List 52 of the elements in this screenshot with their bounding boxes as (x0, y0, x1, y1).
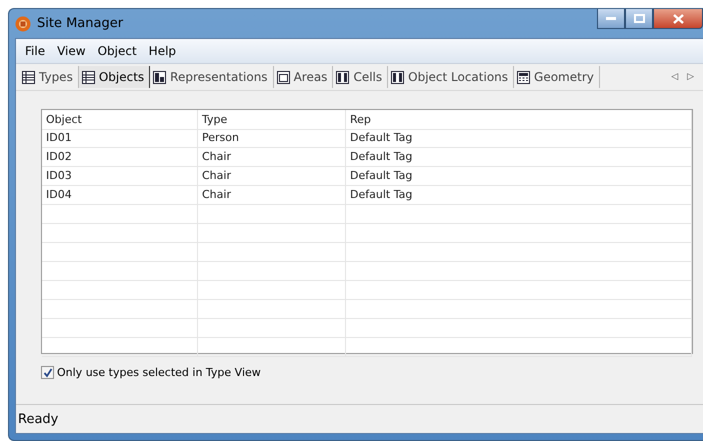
checkbox[interactable] (41, 366, 54, 379)
window-icon (276, 70, 290, 84)
close-button[interactable] (653, 9, 703, 29)
table-cell: Person (198, 129, 346, 148)
columns-icon (336, 70, 350, 84)
column-header[interactable]: Rep (346, 110, 692, 130)
menu-item[interactable]: Object (92, 44, 142, 58)
table-cell: Default Tag (346, 167, 692, 186)
menu-item[interactable]: File (20, 44, 50, 58)
tab-scroll-arrows[interactable]: ◁ ▷ (671, 72, 703, 82)
maximize-button[interactable] (625, 9, 653, 29)
table-cell: Chair (198, 186, 346, 205)
menu-item[interactable]: Help (144, 44, 182, 58)
tab-label: Geometry (534, 70, 594, 84)
tab-label: Objects (98, 70, 144, 84)
table-cell: ID03 (42, 167, 198, 186)
column-header[interactable]: Type (198, 110, 346, 130)
tab-label: Representations (170, 70, 268, 84)
tab[interactable]: Types (19, 66, 79, 88)
tab[interactable]: Representations (150, 66, 274, 88)
table-cell: Default Tag (346, 129, 692, 148)
tab[interactable]: Object Locations (388, 66, 514, 88)
minimize-button[interactable] (597, 9, 625, 29)
tab-label: Types (39, 70, 73, 84)
maximize-icon (634, 14, 644, 23)
app-icon (15, 16, 31, 32)
column-header[interactable]: Object (42, 110, 198, 130)
columns-icon (391, 70, 404, 84)
close-icon (672, 14, 684, 24)
minimize-icon (606, 16, 616, 20)
table-cell: Default Tag (346, 148, 692, 167)
checkbox-label: Only use types selected in Type View (57, 366, 261, 379)
table-icon (22, 70, 35, 84)
tab[interactable]: Geometry (514, 66, 600, 88)
tab[interactable]: Objects (78, 66, 150, 88)
tab-label: Object Locations (408, 70, 508, 84)
menu-item[interactable]: View (52, 44, 91, 58)
table-cell: Default Tag (346, 186, 692, 205)
status-text: Ready (18, 412, 58, 426)
tab[interactable]: Cells (333, 66, 388, 88)
table-cell: ID04 (42, 186, 198, 205)
table-cell: Chair (198, 148, 346, 167)
tab-label: Cells (353, 70, 382, 84)
tab-label: Areas (294, 70, 328, 84)
table-cell: ID02 (42, 148, 198, 167)
table-cell: Chair (198, 167, 346, 186)
table-icon (82, 70, 95, 84)
window-title: Site Manager (37, 16, 124, 31)
table-cell: ID01 (42, 129, 198, 148)
panel-icon (153, 70, 166, 84)
tab[interactable]: Areas (274, 66, 334, 88)
calculator-icon (517, 70, 530, 84)
